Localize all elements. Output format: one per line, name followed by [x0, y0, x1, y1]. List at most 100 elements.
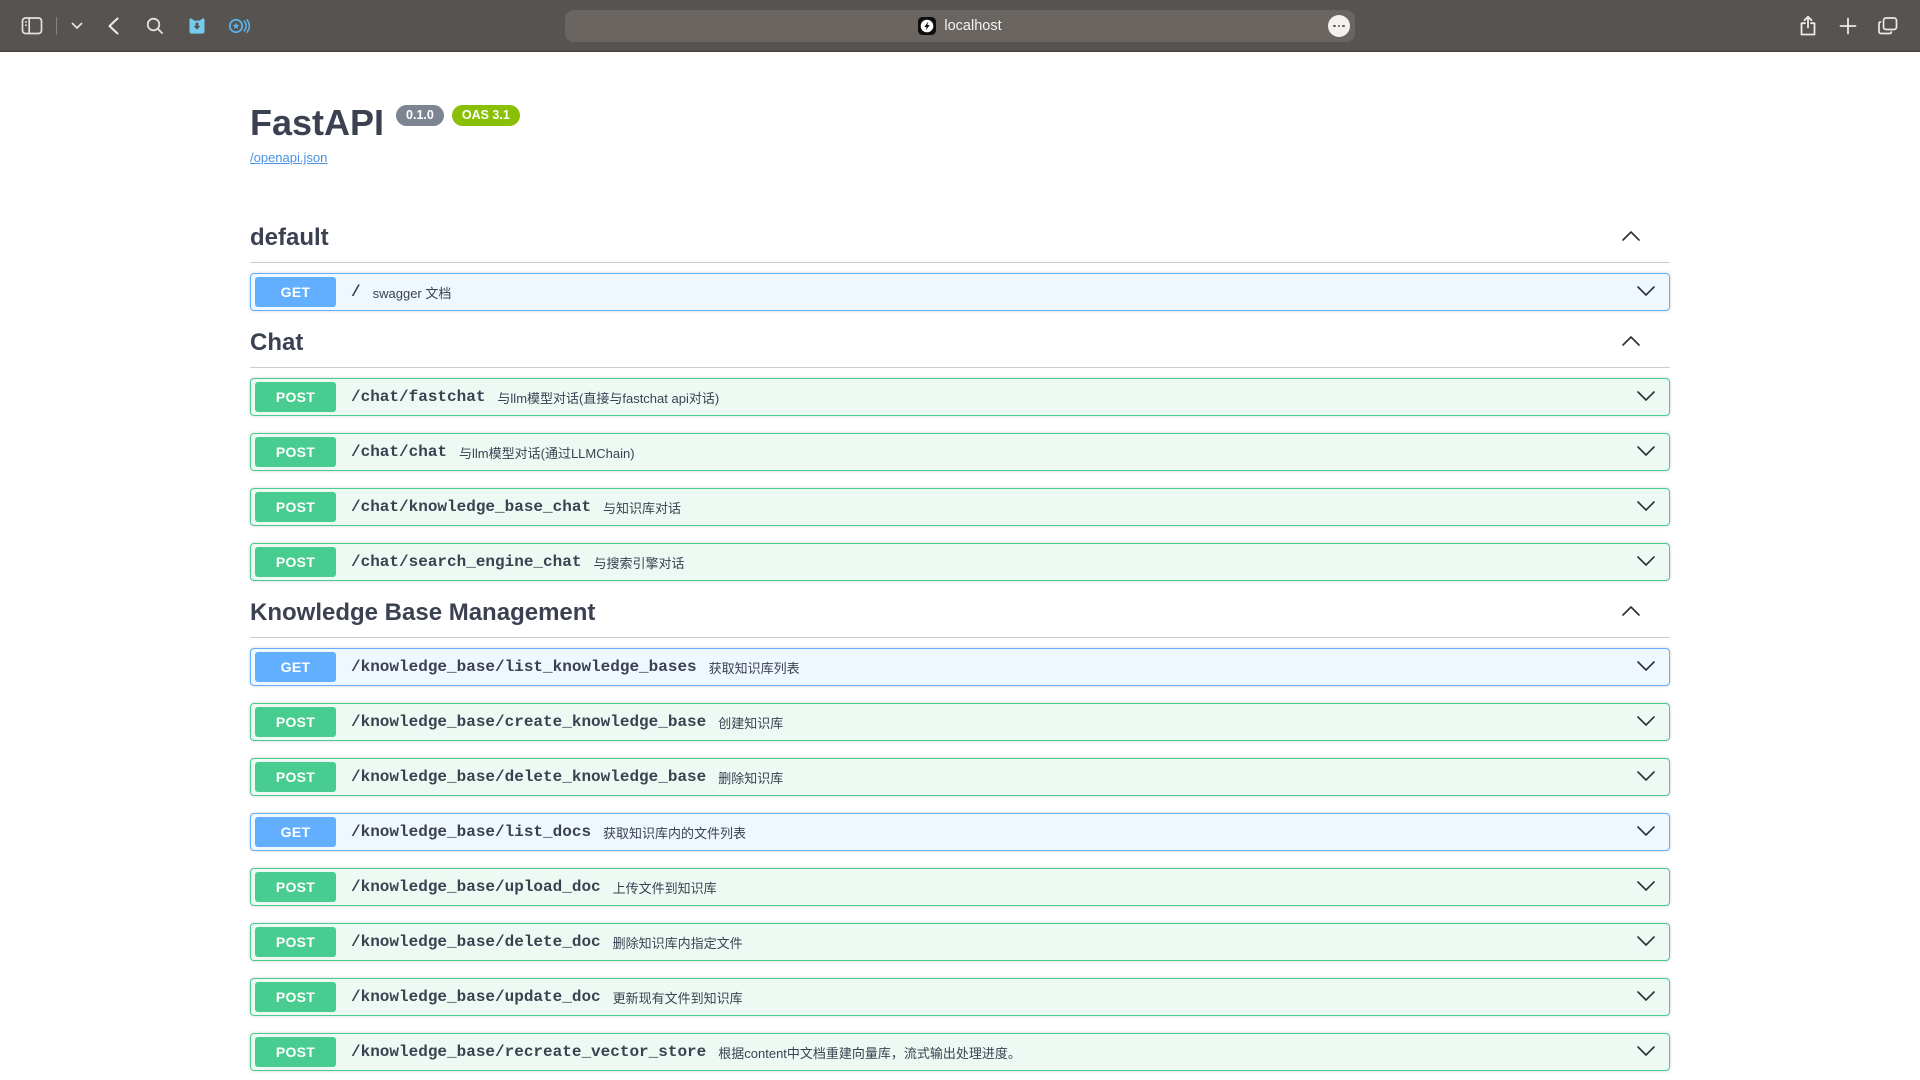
endpoint-expand-button[interactable] — [1635, 821, 1657, 843]
sidebar-icon — [21, 16, 43, 36]
endpoint-expand-button[interactable] — [1635, 281, 1657, 303]
method-badge: GET — [255, 817, 336, 847]
endpoint-expand-button[interactable] — [1635, 986, 1657, 1008]
endpoint-row[interactable]: POST /knowledge_base/delete_doc 删除知识库内指定… — [250, 923, 1670, 961]
endpoint-row[interactable]: GET /knowledge_base/list_docs 获取知识库内的文件列… — [250, 813, 1670, 851]
endpoint-row[interactable]: POST /chat/chat 与llm模型对话(通过LLMChain) — [250, 433, 1670, 471]
endpoint-row[interactable]: POST /chat/knowledge_base_chat 与知识库对话 — [250, 488, 1670, 526]
endpoint-row[interactable]: POST /chat/search_engine_chat 与搜索引擎对话 — [250, 543, 1670, 581]
section-title: default — [250, 223, 329, 252]
search-button[interactable] — [137, 9, 173, 43]
site-favicon-lightning-icon — [918, 17, 936, 35]
share-icon — [1798, 15, 1818, 37]
api-section: Knowledge Base Management GET /knowledge… — [250, 598, 1670, 1071]
endpoint-row[interactable]: POST /knowledge_base/delete_knowledge_ba… — [250, 758, 1670, 796]
endpoint-expand-button[interactable] — [1635, 386, 1657, 408]
new-tab-button[interactable] — [1830, 9, 1866, 43]
endpoint-expand-button[interactable] — [1635, 876, 1657, 898]
endpoint-row[interactable]: POST /knowledge_base/upload_doc 上传文件到知识库 — [250, 868, 1670, 906]
endpoint-path: /knowledge_base/update_doc — [351, 988, 601, 1006]
section-collapse-button[interactable] — [1620, 332, 1642, 354]
endpoint-path: /knowledge_base/list_knowledge_bases — [351, 658, 697, 676]
endpoint-summary: 获取知识库内的文件列表 — [603, 823, 746, 842]
endpoint-path: /knowledge_base/upload_doc — [351, 878, 601, 896]
method-badge: POST — [255, 1037, 336, 1067]
method-badge: POST — [255, 382, 336, 412]
method-badge: POST — [255, 547, 336, 577]
endpoint-summary: 与llm模型对话(通过LLMChain) — [459, 443, 635, 462]
endpoint-expand-button[interactable] — [1635, 551, 1657, 573]
endpoint-expand-button[interactable] — [1635, 656, 1657, 678]
oas-badge: OAS 3.1 — [452, 105, 520, 126]
extension-bookmark-button[interactable] — [179, 9, 215, 43]
toolbar-separator — [56, 17, 57, 35]
method-badge: GET — [255, 652, 336, 682]
extension-bookmark-icon — [186, 15, 208, 37]
endpoint-row[interactable]: POST /knowledge_base/update_doc 更新现有文件到知… — [250, 978, 1670, 1016]
endpoint-expand-button[interactable] — [1635, 496, 1657, 518]
endpoint-summary: 删除知识库内指定文件 — [613, 933, 743, 952]
version-badge: 0.1.0 — [396, 105, 444, 126]
extension-live-icon — [226, 15, 252, 37]
method-badge: POST — [255, 707, 336, 737]
method-badge: POST — [255, 982, 336, 1012]
endpoint-path: /knowledge_base/recreate_vector_store — [351, 1043, 706, 1061]
endpoint-summary: 更新现有文件到知识库 — [613, 988, 743, 1007]
chevron-down-icon — [1635, 824, 1657, 838]
endpoint-path: / — [351, 283, 361, 301]
chevron-down-icon — [1635, 879, 1657, 893]
endpoint-summary: 与llm模型对话(直接与fastchat api对话) — [497, 388, 719, 407]
endpoint-expand-button[interactable] — [1635, 711, 1657, 733]
openapi-spec-link[interactable]: /openapi.json — [250, 150, 327, 165]
api-info: FastAPI 0.1.0 OAS 3.1 /openapi.json — [250, 52, 1670, 167]
chevron-down-icon — [1635, 499, 1657, 513]
back-icon — [106, 16, 120, 36]
swagger-page: FastAPI 0.1.0 OAS 3.1 /openapi.json defa… — [0, 52, 1920, 1079]
chevron-up-icon — [1620, 229, 1642, 243]
chevron-down-icon — [71, 22, 83, 30]
endpoint-row[interactable]: GET /knowledge_base/list_knowledge_bases… — [250, 648, 1670, 686]
endpoint-path: /chat/knowledge_base_chat — [351, 498, 591, 516]
extension-live-button[interactable] — [221, 9, 257, 43]
share-button[interactable] — [1790, 9, 1826, 43]
endpoint-expand-button[interactable] — [1635, 441, 1657, 463]
section-collapse-button[interactable] — [1620, 602, 1642, 624]
endpoint-path: /chat/fastchat — [351, 388, 485, 406]
chevron-up-icon — [1620, 334, 1642, 348]
endpoint-expand-button[interactable] — [1635, 931, 1657, 953]
endpoint-row[interactable]: GET / swagger 文档 — [250, 273, 1670, 311]
endpoint-expand-button[interactable] — [1635, 766, 1657, 788]
api-section: default GET / swagger 文档 — [250, 223, 1670, 311]
section-header[interactable]: Knowledge Base Management — [250, 598, 1670, 638]
endpoint-summary: 与搜索引擎对话 — [593, 553, 684, 572]
endpoint-row[interactable]: POST /knowledge_base/create_knowledge_ba… — [250, 703, 1670, 741]
browser-toolbar: localhost — [0, 0, 1920, 52]
endpoint-row[interactable]: POST /chat/fastchat 与llm模型对话(直接与fastchat… — [250, 378, 1670, 416]
section-header[interactable]: default — [250, 223, 1670, 263]
api-sections: default GET / swagger 文档 Chat — [250, 223, 1670, 1071]
section-collapse-button[interactable] — [1620, 227, 1642, 249]
page-more-button[interactable] — [1328, 15, 1350, 37]
section-header[interactable]: Chat — [250, 328, 1670, 368]
endpoint-expand-button[interactable] — [1635, 1041, 1657, 1063]
chevron-down-icon — [1635, 389, 1657, 403]
endpoint-path: /chat/chat — [351, 443, 447, 461]
address-bar[interactable]: localhost — [565, 10, 1355, 42]
chevron-down-icon — [1635, 444, 1657, 458]
sidebar-dropdown-button[interactable] — [65, 9, 89, 43]
chevron-down-icon — [1635, 989, 1657, 1003]
new-tab-plus-icon — [1839, 17, 1857, 35]
chevron-down-icon — [1635, 934, 1657, 948]
endpoint-summary: swagger 文档 — [373, 283, 452, 302]
section-title: Chat — [250, 328, 303, 357]
endpoint-summary: 获取知识库列表 — [709, 658, 800, 677]
method-badge: GET — [255, 277, 336, 307]
endpoint-row[interactable]: POST /knowledge_base/recreate_vector_sto… — [250, 1033, 1670, 1071]
url-text: localhost — [944, 18, 1001, 34]
back-button[interactable] — [95, 9, 131, 43]
chevron-up-icon — [1620, 604, 1642, 618]
endpoint-summary: 根据content中文档重建向量库，流式输出处理进度。 — [718, 1043, 1021, 1062]
endpoint-summary: 上传文件到知识库 — [613, 878, 717, 897]
tab-overview-button[interactable] — [1870, 9, 1906, 43]
sidebar-toggle-button[interactable] — [14, 9, 50, 43]
